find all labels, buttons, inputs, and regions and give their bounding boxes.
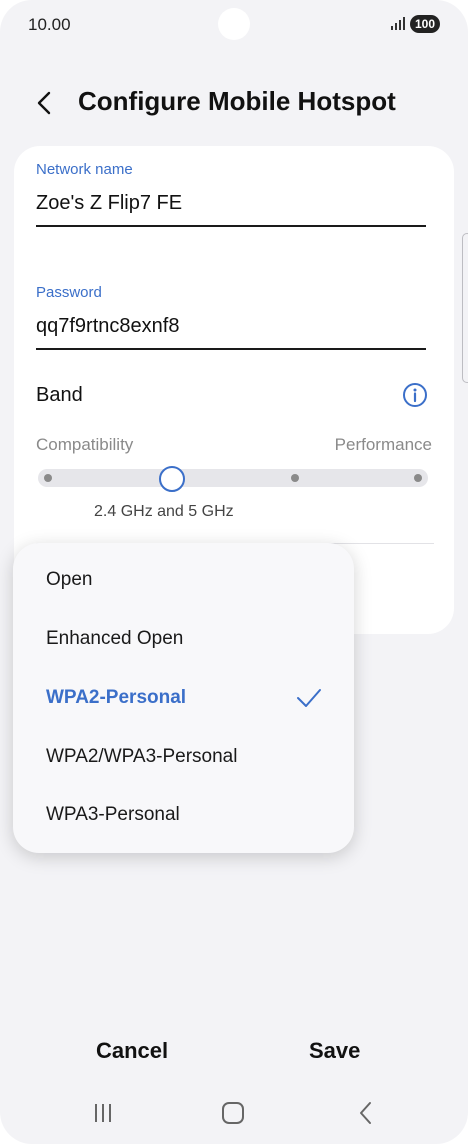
dropdown-option-wpa2-wpa3-personal[interactable]: WPA2/WPA3-Personal xyxy=(13,729,354,787)
recents-icon[interactable] xyxy=(92,1103,114,1123)
network-name-input[interactable]: Zoe's Z Flip7 FE xyxy=(36,192,182,215)
signal-icon xyxy=(391,16,407,30)
password-label: Password xyxy=(36,284,102,301)
band-slider-thumb[interactable] xyxy=(159,466,185,492)
network-name-label: Network name xyxy=(36,161,133,178)
info-icon[interactable] xyxy=(402,382,428,408)
dropdown-option-label: Enhanced Open xyxy=(46,628,184,649)
camera-cutout xyxy=(218,8,250,40)
slider-step xyxy=(414,474,422,482)
page-title: Configure Mobile Hotspot xyxy=(78,86,396,116)
band-min-label: Compatibility xyxy=(36,435,134,454)
phone-screen: 10.00 100 Configure Mobile Hotspot Netwo… xyxy=(0,0,468,1144)
dropdown-option-label: WPA3-Personal xyxy=(46,804,180,825)
band-slider[interactable] xyxy=(38,469,428,487)
band-max-label: Performance xyxy=(334,435,432,454)
home-icon[interactable] xyxy=(222,1102,244,1124)
scroll-indicator xyxy=(462,233,468,383)
dropdown-option-open[interactable]: Open xyxy=(13,552,354,610)
dropdown-option-label: WPA2-Personal xyxy=(46,687,187,708)
chevron-left-icon[interactable] xyxy=(32,90,58,116)
band-label: Band xyxy=(36,384,83,406)
cancel-button[interactable]: Cancel xyxy=(96,1038,168,1064)
dropdown-option-enhanced-open[interactable]: Enhanced Open xyxy=(13,611,354,669)
save-button[interactable]: Save xyxy=(309,1038,360,1064)
status-bar: 10.00 100 xyxy=(0,0,468,52)
dropdown-option-label: Open xyxy=(46,569,93,590)
navigation-bar xyxy=(0,1085,468,1144)
check-icon xyxy=(297,689,321,707)
status-time: 10.00 xyxy=(28,15,71,34)
dropdown-option-wpa2-personal[interactable]: WPA2-Personal xyxy=(13,670,354,728)
password-input[interactable]: qq7f9rtnc8exnf8 xyxy=(36,315,179,338)
dropdown-option-label: WPA2/WPA3-Personal xyxy=(46,746,238,767)
security-dropdown: Open Enhanced Open WPA2-Personal WPA2/WP… xyxy=(13,543,354,853)
back-icon[interactable] xyxy=(356,1101,376,1125)
password-underline xyxy=(36,348,426,350)
slider-step xyxy=(44,474,52,482)
slider-step xyxy=(291,474,299,482)
dropdown-option-wpa3-personal[interactable]: WPA3-Personal xyxy=(13,787,354,845)
band-selected-label: 2.4 GHz and 5 GHz xyxy=(94,503,234,520)
battery-indicator: 100 xyxy=(410,15,441,33)
network-name-underline xyxy=(36,225,426,227)
